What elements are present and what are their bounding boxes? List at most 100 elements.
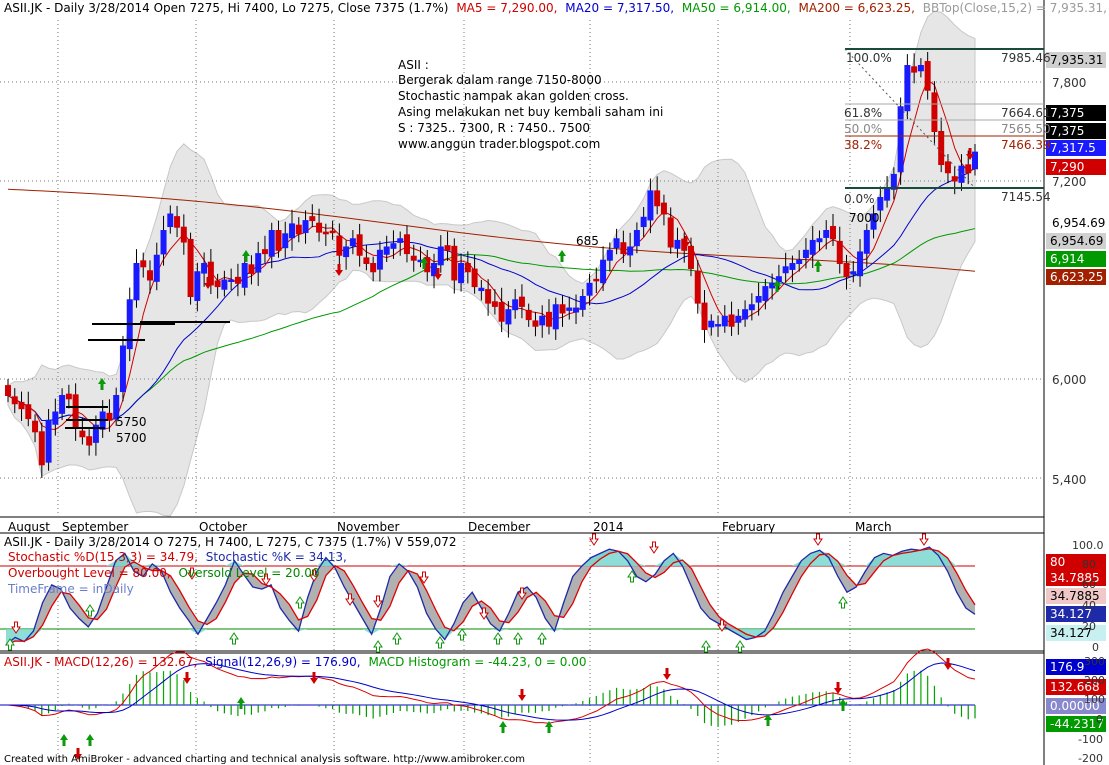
candle-body (45, 419, 52, 463)
candle-body (167, 213, 174, 228)
candle-body (627, 246, 634, 256)
stoch-buy-arrow (735, 640, 745, 653)
fib-left-label: 100.0% (846, 51, 892, 65)
stoch-buy-arrow (85, 604, 95, 617)
stoch-line-3: Overbought Level = 80.00, Oversold Level… (8, 566, 319, 580)
stoch-tick: 100.0 (1072, 539, 1104, 552)
symbol-line: ASII.JK - Daily 3/28/2014 Open 7275, Hi … (4, 1, 449, 15)
candle-body (505, 309, 512, 325)
candle-body (579, 296, 586, 310)
candle-body (38, 431, 45, 466)
candle-body (748, 304, 755, 311)
candle-body (221, 279, 228, 290)
candle-body (742, 309, 749, 320)
ma5-legend: MA5 = 7,290.00, (456, 1, 557, 15)
ma200-legend: MA200 = 6,623.25, (799, 1, 915, 15)
candle-body (410, 255, 417, 261)
candle-body (755, 296, 762, 303)
candle-body (403, 234, 410, 255)
candle-body (620, 242, 627, 255)
price-tick: 7,800 (1052, 76, 1086, 90)
stoch-sell-arrow (649, 541, 659, 554)
candle-body (65, 393, 72, 400)
label-685: 685 (576, 234, 599, 248)
candle-body (694, 270, 701, 304)
candle-body (586, 282, 593, 296)
annotation-line-3: Stochastic nampak akan golden cross. (398, 89, 629, 103)
badge-stoch-ob: 80 (1050, 555, 1065, 569)
candle-body (539, 315, 546, 326)
annotation-line-4: Asing melakukan net buy kembali saham in… (398, 105, 663, 119)
candle-body (241, 263, 248, 288)
chart-title: ASII.JK - Daily 3/28/2014 Open 7275, Hi … (4, 1, 1109, 15)
candle-body (613, 238, 620, 249)
fib-right-label: 7466.39 (1001, 138, 1051, 152)
candle-body (640, 216, 647, 228)
badge-bbbot-text: 6,954.69 (1052, 216, 1105, 230)
stoch-sell-arrow (919, 533, 929, 546)
candle-body (133, 263, 140, 301)
candle-body (11, 396, 18, 405)
candle-body (194, 271, 201, 301)
stoch-buy-arrow (435, 636, 445, 649)
candle-body (532, 320, 539, 327)
candle-body (525, 309, 532, 321)
candle-body (802, 249, 809, 259)
candle-body (86, 436, 93, 446)
candle-body (498, 301, 505, 322)
candle-body (715, 324, 722, 327)
chart-svg: 7,935.31 7,375 7,375 7,317.5 7,290 6,954.69 6,… (0, 0, 1109, 765)
fib-right-label: 7565.50 (1001, 122, 1051, 136)
candle-body (25, 404, 32, 420)
candle-body (383, 246, 390, 255)
candle-body (566, 307, 573, 311)
candle-body (59, 395, 66, 414)
badge-ma20: 7,317.5 (1050, 141, 1096, 155)
candle-body (343, 246, 350, 258)
stoch-buy-arrow (392, 632, 402, 645)
stoch-tick: 60 (1082, 578, 1096, 591)
badge-bbtop: 7,935.31 (1050, 53, 1103, 67)
candle-body (187, 238, 194, 298)
candle-body (823, 230, 830, 238)
candle-body (180, 226, 187, 243)
candle-body (451, 245, 458, 281)
fib-left-label: 50.0% (844, 122, 882, 136)
candle-body (545, 311, 552, 327)
candle-body (444, 245, 451, 251)
candle-body (79, 430, 86, 438)
annotation-line-1: ASII : (398, 58, 429, 72)
candle-body (329, 230, 336, 234)
overbought-legend: Overbought Level = 80.00, (8, 566, 171, 580)
stoch-buy-arrow (457, 628, 467, 641)
candle-body (796, 259, 803, 265)
candle-body (437, 246, 444, 266)
candle-body (234, 276, 241, 284)
annotation-line-6: www.anggun trader.blogspot.com (398, 137, 600, 151)
fib-right-label: 7664.61 (1001, 106, 1051, 120)
candle-body (5, 385, 11, 397)
candle-body (782, 266, 789, 274)
candle-body (309, 216, 316, 222)
candle-body (647, 190, 654, 221)
candle-body (829, 226, 836, 240)
candle-body (863, 230, 870, 254)
candle-body (336, 235, 343, 256)
month-label: November (337, 520, 399, 534)
candle-body (248, 264, 255, 274)
candle-body (593, 278, 600, 282)
label-5750: 5750 (116, 415, 147, 429)
candle-body (816, 238, 823, 243)
badge-close: 7,375 (1050, 124, 1084, 138)
stoch-buy-arrow (838, 596, 848, 609)
candle-body (147, 270, 154, 281)
fib-right-label: 7985.46 (1001, 51, 1051, 65)
candle-body (431, 263, 438, 277)
candle-body (32, 420, 39, 433)
price-tick: 6,000 (1052, 373, 1086, 387)
candle-body (762, 286, 769, 301)
stoch-line-2: Stochastic %D(15,3,3) = 34.79, Stochasti… (8, 550, 347, 564)
stoch-tick: 80 (1082, 558, 1096, 571)
stoch-tick: 0 (1092, 641, 1099, 654)
month-label: February (722, 520, 775, 534)
